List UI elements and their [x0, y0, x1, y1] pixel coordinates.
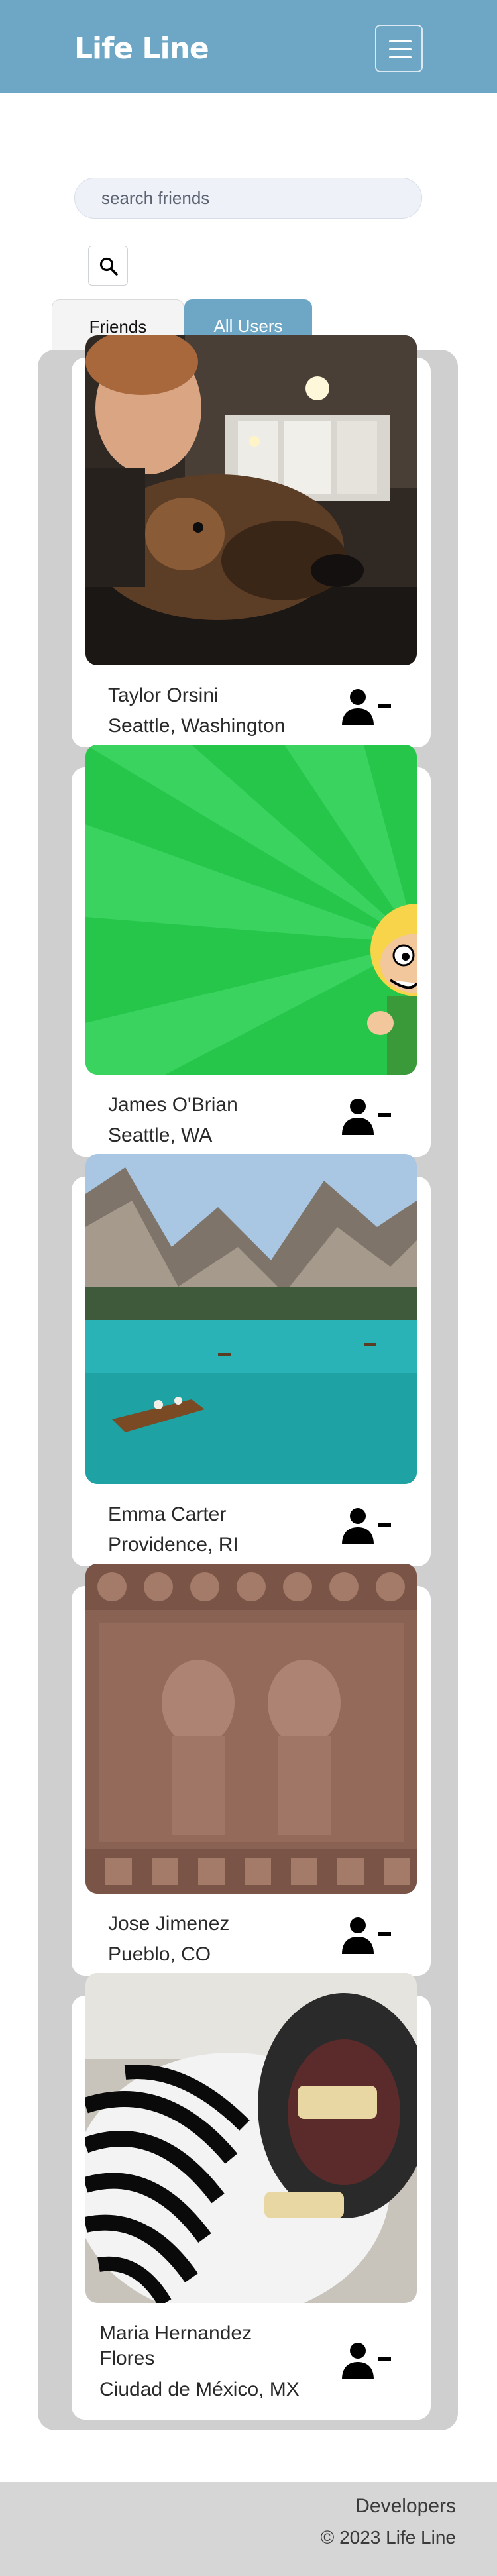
- user-location: Ciudad de México, MX: [99, 2379, 300, 2400]
- user-photo: [85, 1154, 417, 1484]
- user-location: Providence, RI: [108, 1534, 239, 1556]
- footer: Developers © 2023 Life Line: [0, 2482, 497, 2576]
- magnifier-icon: [99, 257, 118, 276]
- user-card: Maria Hernandez Flores Ciudad de México,…: [72, 1973, 431, 2420]
- user-name: Jose Jimenez: [108, 1913, 230, 1935]
- search-friends-input[interactable]: [74, 178, 422, 219]
- cartoon-character-photo: [85, 745, 417, 1075]
- user-card: Emma Carter Providence, RI: [72, 1154, 431, 1566]
- user-name: Maria Hernandez Flores: [99, 2322, 252, 2369]
- copyright-text: © 2023 Life Line: [320, 2527, 456, 2548]
- remove-user-icon: [342, 1508, 391, 1544]
- remove-user-icon: [342, 2343, 391, 2379]
- menu-toggle-button[interactable]: [375, 25, 423, 72]
- user-photo: [85, 1564, 417, 1894]
- remove-friend-button[interactable]: [341, 1506, 394, 1547]
- man-with-dog-photo: [85, 335, 417, 665]
- user-card: Jose Jimenez Pueblo, CO: [72, 1564, 431, 1976]
- remove-friend-button[interactable]: [341, 1915, 394, 1957]
- user-location: Seattle, WA: [108, 1124, 213, 1146]
- user-location: Seattle, Washington: [108, 715, 286, 737]
- user-name: James O'Brian: [108, 1094, 238, 1116]
- navbar: Life Line: [0, 0, 497, 93]
- user-name: Taylor Orsini: [108, 684, 219, 706]
- user-location: Pueblo, CO: [108, 1943, 211, 1965]
- user-card: Taylor Orsini Seattle, Washington: [72, 335, 431, 747]
- search-button[interactable]: [88, 246, 128, 286]
- remove-friend-button[interactable]: [341, 687, 394, 728]
- user-photo: [85, 335, 417, 665]
- remove-friend-button[interactable]: [341, 2341, 394, 2382]
- user-card: James O'Brian Seattle, WA: [72, 745, 431, 1157]
- remove-user-icon: [342, 1917, 391, 1954]
- remove-friend-button[interactable]: [341, 1097, 394, 1138]
- remove-user-icon: [342, 1099, 391, 1135]
- mountain-lake-photo: [85, 1154, 417, 1484]
- zebra-photo: [85, 1973, 417, 2303]
- user-photo: [85, 745, 417, 1075]
- stone-carving-photo: [85, 1564, 417, 1894]
- user-name: Emma Carter: [108, 1503, 227, 1525]
- remove-user-icon: [342, 689, 391, 725]
- brand-logo[interactable]: Life Line: [74, 30, 209, 68]
- developers-link[interactable]: Developers: [355, 2495, 456, 2518]
- user-photo: [85, 1973, 417, 2303]
